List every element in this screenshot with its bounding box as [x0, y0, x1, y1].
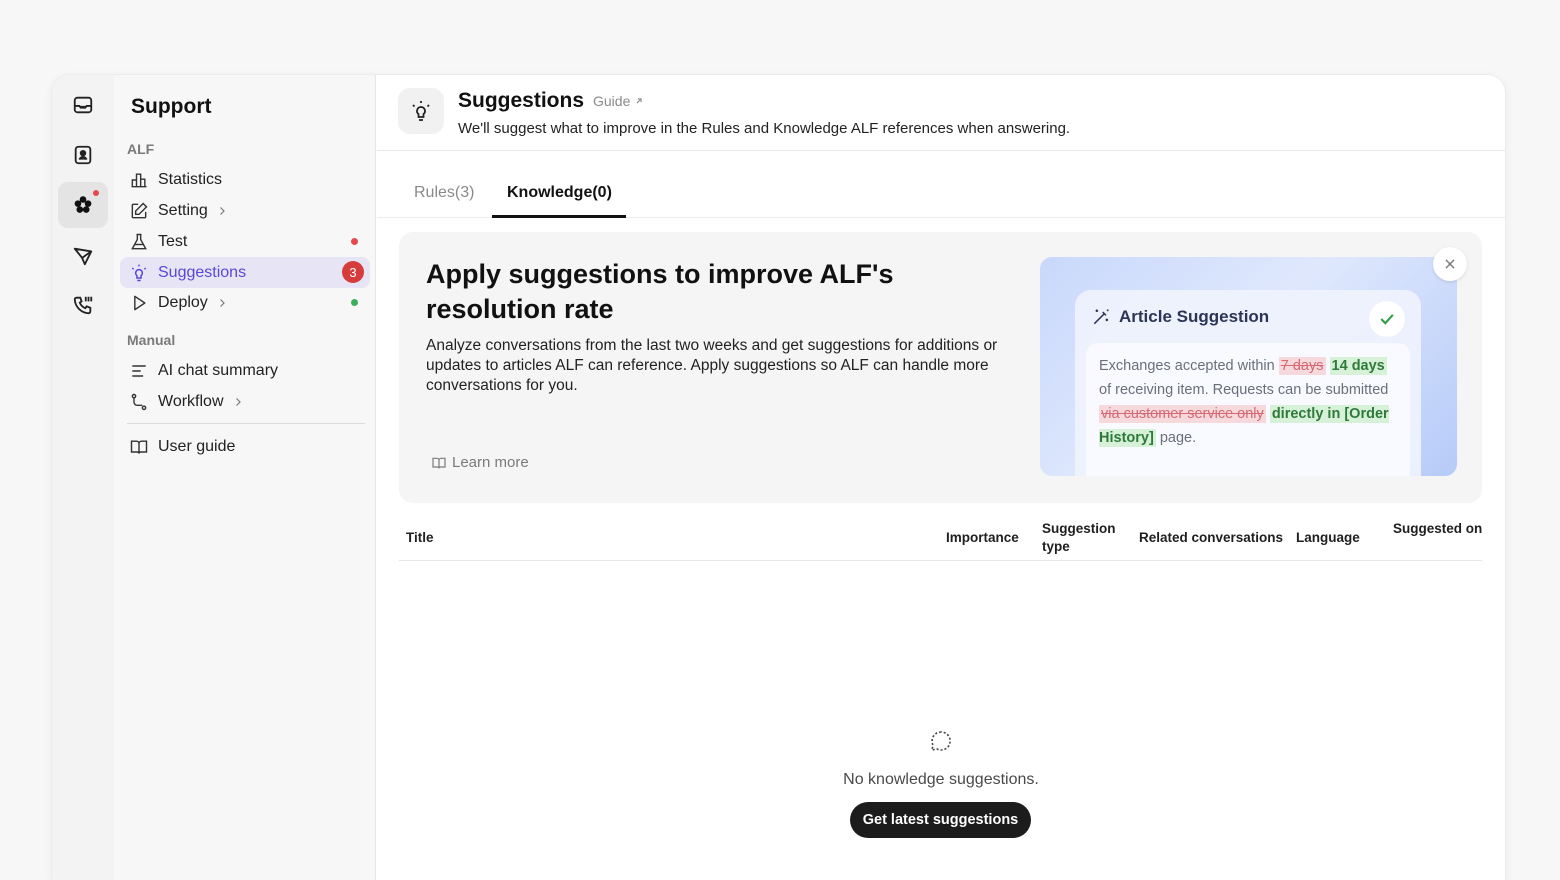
diff-text: Exchanges accepted within: [1099, 358, 1275, 374]
page-title: Suggestions: [458, 89, 585, 112]
rail-contacts-button[interactable]: [58, 132, 108, 178]
header-divider: [377, 150, 1505, 151]
sidebar-item-label: Workflow: [158, 392, 224, 410]
bar-chart-icon: [128, 169, 150, 191]
banner-description: Analyze conversations from the last two …: [426, 337, 998, 394]
banner-close-button[interactable]: [1433, 247, 1467, 281]
sidebar-item-ai-chat-summary[interactable]: AI chat summary: [120, 355, 370, 386]
diff-inserted: 14 days: [1329, 357, 1387, 375]
book-icon: [128, 436, 150, 458]
workflow-icon: [128, 391, 150, 413]
empty-state-message: No knowledge suggestions.: [843, 771, 1039, 788]
sidebar: Support ALF Statistics Setting Test Sugg…: [114, 75, 376, 880]
count-badge: 3: [342, 261, 364, 283]
column-header-importance[interactable]: Importance: [946, 529, 1019, 547]
tab-knowledge[interactable]: Knowledge(0): [507, 184, 612, 218]
diff-deleted: via customer service only: [1099, 405, 1266, 423]
close-icon: [1445, 259, 1455, 269]
flask-icon: [128, 231, 150, 253]
book-icon: [432, 457, 446, 468]
diff-deleted: 7 days: [1278, 357, 1326, 375]
guide-link-label: Guide: [593, 93, 631, 109]
sidebar-item-user-guide[interactable]: User guide: [120, 431, 370, 462]
sidebar-item-label: AI chat summary: [158, 361, 279, 379]
column-header-language[interactable]: Language: [1296, 529, 1360, 547]
chevron-right-icon: [216, 297, 228, 309]
sidebar-item-workflow[interactable]: Workflow: [120, 386, 370, 417]
column-header-title[interactable]: Title: [406, 529, 434, 547]
check-icon: [1369, 301, 1405, 337]
diff-text: of receiving item. Requests can be submi…: [1099, 382, 1389, 398]
sidebar-title: Support: [131, 95, 212, 118]
header-icon-box: [398, 88, 444, 134]
sidebar-item-label: Deploy: [158, 293, 208, 311]
text-lines-icon: [128, 360, 150, 382]
learn-more-link[interactable]: Learn more: [431, 454, 529, 471]
info-banner: Apply suggestions to improve ALF's resol…: [399, 232, 1482, 503]
magic-wand-icon: [1091, 307, 1111, 332]
column-header-suggested-on[interactable]: Suggested on: [1393, 520, 1483, 538]
column-header-suggestion-type[interactable]: Suggestion type: [1042, 520, 1132, 556]
sidebar-item-label: Suggestions: [158, 263, 247, 281]
sidebar-item-test[interactable]: Test: [120, 226, 370, 257]
sidebar-section-alf: ALF: [127, 141, 155, 157]
main-content: Suggestions Guide We'll suggest what to …: [377, 75, 1505, 880]
tab-rules[interactable]: Rules(3): [414, 184, 474, 218]
chevron-right-icon: [232, 396, 244, 408]
contact-book-icon: [74, 145, 92, 165]
article-suggestion-illustration: Article Suggestion Exchanges accepted wi…: [1040, 257, 1457, 476]
table-header-divider: [399, 560, 1482, 561]
app-rail: [52, 75, 114, 880]
card-title: Article Suggestion: [1119, 307, 1270, 326]
rail-phone-button[interactable]: [58, 282, 108, 328]
active-tab-indicator: [492, 215, 626, 218]
empty-chat-icon: [930, 731, 951, 752]
app-window: Support ALF Statistics Setting Test Sugg…: [52, 75, 1505, 880]
play-icon: [128, 292, 150, 314]
edit-icon: [128, 200, 150, 222]
sidebar-item-label: Test: [158, 232, 188, 250]
sidebar-item-setting[interactable]: Setting: [120, 195, 370, 226]
sidebar-item-label: User guide: [158, 437, 236, 455]
column-header-related-conversations[interactable]: Related conversations: [1139, 529, 1283, 547]
phone-icon: [73, 296, 93, 315]
article-suggestion-card: Article Suggestion Exchanges accepted wi…: [1075, 290, 1421, 476]
get-latest-suggestions-button[interactable]: Get latest suggestions: [850, 802, 1031, 838]
sidebar-item-deploy[interactable]: Deploy: [120, 287, 370, 318]
card-diff-text: Exchanges accepted within 7 days 14 days…: [1086, 343, 1410, 476]
sidebar-divider: [127, 423, 365, 424]
sidebar-item-statistics[interactable]: Statistics: [120, 164, 370, 195]
alf-flower-icon: [74, 196, 92, 213]
sidebar-item-label: Statistics: [158, 170, 223, 188]
rail-send-button[interactable]: [58, 233, 108, 279]
chevron-right-icon: [216, 205, 228, 217]
page-description: We'll suggest what to improve in the Rul…: [458, 120, 1071, 137]
guide-link[interactable]: Guide: [593, 93, 644, 109]
status-dot-green: [351, 299, 358, 306]
lightbulb-icon: [412, 101, 430, 121]
external-link-icon: [636, 98, 642, 104]
paper-plane-icon: [73, 247, 93, 266]
rail-inbox-button[interactable]: [58, 82, 108, 128]
sidebar-section-manual: Manual: [127, 332, 176, 348]
learn-more-label: Learn more: [452, 454, 529, 471]
sidebar-item-suggestions[interactable]: Suggestions 3: [120, 257, 370, 288]
status-dot-red: [351, 238, 358, 245]
inbox-icon: [73, 96, 93, 114]
diff-text: page.: [1159, 430, 1197, 446]
rail-alf-button[interactable]: [58, 182, 108, 228]
banner-title: Apply suggestions to improve ALF's resol…: [426, 259, 894, 324]
sidebar-item-label: Setting: [158, 201, 208, 219]
notification-dot: [93, 190, 99, 196]
lightbulb-icon: [128, 262, 150, 284]
